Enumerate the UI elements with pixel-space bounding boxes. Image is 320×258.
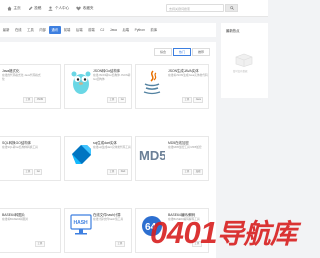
- card-thumbnail: [70, 70, 92, 94]
- card-tag[interactable]: 工具: [182, 97, 192, 103]
- category-tab[interactable]: 前端: [85, 26, 97, 34]
- card-desc: 在线将JSON生成Java实体类代码: [168, 74, 208, 77]
- md5-logo-icon: MD5: [139, 148, 165, 162]
- card-tag[interactable]: 工具: [107, 97, 117, 103]
- user-icon: [48, 6, 53, 11]
- watermark-code: 0401: [150, 215, 217, 250]
- gopher-icon: [71, 71, 91, 94]
- card-tag[interactable]: 工具: [35, 241, 45, 247]
- card-title: JSON转Go结构体: [93, 69, 121, 73]
- category-tab[interactable]: 后端: [120, 26, 132, 34]
- heart-icon: [76, 6, 81, 10]
- card-desc: 在线的代码格式化 Java代码格式化: [2, 74, 41, 81]
- card-title: 在线文件hash计算: [93, 213, 121, 217]
- nav-submit-label: 投稿: [34, 5, 42, 10]
- watermark: 0401导航库: [150, 212, 297, 251]
- category-tab-active[interactable]: 通讯: [48, 26, 61, 34]
- empty-text: 暂时没有数据: [233, 70, 248, 73]
- home-icon: [7, 6, 12, 10]
- card-tag[interactable]: Java: [193, 97, 204, 103]
- hash-monitor-icon: HASH: [70, 214, 92, 235]
- card-tag[interactable]: 工具: [182, 169, 192, 175]
- category-tab[interactable]: 内部: [37, 26, 49, 34]
- sort-bar: 综合 热门 推荐: [153, 48, 210, 56]
- category-tab[interactable]: CJ: [98, 26, 108, 34]
- tool-card[interactable]: JSON转Go结构体 在线JSON转Go结构体 JSON转Go结构体 工具 Go: [64, 64, 132, 109]
- card-title: sql生成dart实体: [93, 141, 117, 145]
- svg-text:MD5: MD5: [139, 148, 165, 162]
- panel-title: 最新热点: [226, 29, 240, 33]
- card-tag[interactable]: Go: [34, 169, 43, 175]
- watermark-text: 导航库: [216, 219, 297, 249]
- card-thumbnail: [70, 143, 92, 167]
- tool-card[interactable]: BASE64转图片 在线将BASE64转图片 工具: [0, 208, 61, 253]
- card-desc: 在线SQL转Go结构体转换工具: [2, 146, 38, 149]
- tool-card[interactable]: MD5 MD5在线加密 在线MD5加密工具 MD5加密 工具 加密: [135, 136, 209, 181]
- card-tag[interactable]: 加密: [193, 169, 204, 175]
- tool-card[interactable]: sql生成dart实体 在线sql生成dart实体类代码工具 工具 Dart: [64, 136, 132, 181]
- search-button[interactable]: [225, 4, 238, 12]
- category-tab[interactable]: 后端: [73, 26, 85, 34]
- category-bar: 最新 在线 工具 内部 通讯 前端 后端 前端 CJ Java 后端 Pytho…: [0, 23, 216, 37]
- tool-card[interactable]: HASH 在线文件hash计算 在线计算文件hash值工具 工具: [64, 208, 132, 253]
- category-tab[interactable]: Java: [107, 26, 120, 34]
- card-title: SQL转换GO结构体: [2, 141, 32, 145]
- svg-text:HASH: HASH: [74, 220, 89, 226]
- category-tab[interactable]: 前库: [148, 26, 160, 34]
- top-bar: 主页 投稿 个人中心 收藏夹 支持关键词搜索: [0, 0, 268, 17]
- nav-favorites-label: 收藏夹: [82, 5, 94, 10]
- card-thumbnail: [141, 70, 163, 95]
- nav-home-label: 主页: [13, 5, 21, 10]
- dart-icon: [72, 145, 91, 164]
- card-tag[interactable]: 工具: [23, 169, 33, 175]
- card-title: MD5在线加密: [168, 141, 189, 145]
- tool-card[interactable]: JSON生成JAVA实体 在线将JSON生成Java实体类代码 工具 Java: [135, 64, 209, 109]
- category-tab[interactable]: 工具: [24, 26, 36, 34]
- card-tag[interactable]: JSON: [34, 97, 46, 103]
- hot-topics-panel: 最新热点 暂时没有数据: [221, 23, 268, 98]
- nav-user-center[interactable]: 个人中心: [48, 6, 69, 11]
- nav-favorites[interactable]: 收藏夹: [76, 5, 94, 11]
- card-desc: 在线计算文件hash值工具: [93, 218, 124, 221]
- category-tab[interactable]: Python: [132, 26, 148, 34]
- category-tab[interactable]: 最新: [0, 26, 12, 34]
- search-icon: [229, 6, 234, 10]
- sort-option-active[interactable]: 热门: [173, 48, 191, 56]
- card-title: JSON生成JAVA实体: [168, 69, 199, 73]
- nav-user-center-label: 个人中心: [54, 5, 70, 10]
- search-input[interactable]: 支持关键词搜索: [166, 4, 224, 12]
- category-tab[interactable]: 前端: [61, 26, 73, 34]
- sort-option[interactable]: 推荐: [192, 48, 210, 56]
- tool-card[interactable]: SQL转换GO结构体 在线SQL转Go结构体转换工具 工具 Go: [0, 136, 61, 181]
- card-title: Java格式化: [2, 69, 20, 73]
- card-tag[interactable]: 工具: [115, 241, 125, 247]
- category-tab[interactable]: 在线: [12, 26, 24, 34]
- card-desc: 在线MD5加密工具 MD5加密: [168, 146, 202, 149]
- card-thumbnail: HASH: [70, 213, 92, 237]
- java-icon: [143, 70, 161, 95]
- nav-home[interactable]: 主页: [7, 6, 21, 11]
- card-tag[interactable]: 工具: [23, 97, 33, 103]
- card-thumbnail: MD5: [139, 143, 165, 167]
- nav-submit[interactable]: 投稿: [28, 5, 42, 11]
- card-desc: 在线sql生成dart实体类代码工具: [93, 146, 131, 149]
- card-title: BASE64转图片: [2, 213, 25, 217]
- card-tag[interactable]: 工具: [107, 169, 117, 175]
- empty-box-icon: [235, 53, 253, 67]
- card-tag[interactable]: Go: [118, 97, 127, 103]
- card-tag[interactable]: Dart: [118, 169, 128, 175]
- edit-icon: [28, 6, 33, 10]
- card-desc: 在线JSON转Go结构体 JSON转Go结构体: [93, 74, 131, 81]
- tool-card[interactable]: Java格式化 在线的代码格式化 Java代码格式化 工具 JSON: [0, 64, 61, 109]
- card-desc: 在线将BASE64转图片: [2, 218, 29, 221]
- sort-option[interactable]: 综合: [154, 48, 172, 56]
